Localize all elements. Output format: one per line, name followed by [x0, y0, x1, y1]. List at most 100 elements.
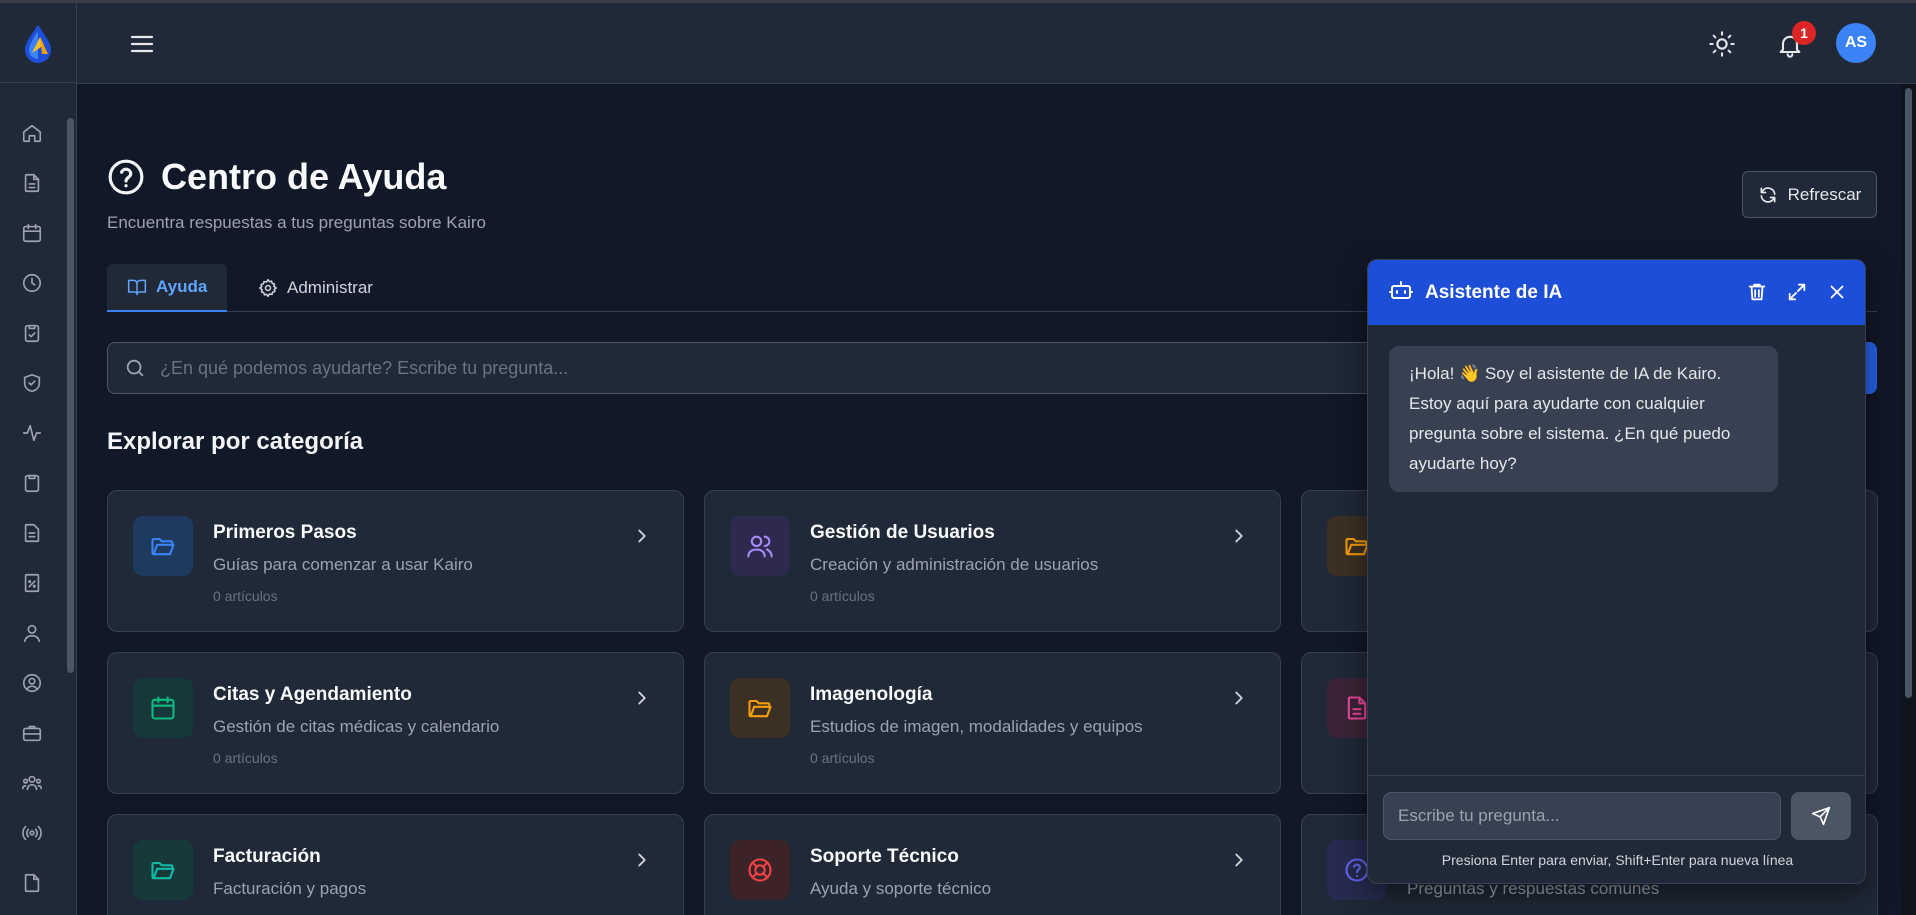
sidebar-item-activity[interactable]: [0, 408, 64, 458]
tab-label: Ayuda: [156, 277, 208, 296]
sidebar-item-services[interactable]: [0, 708, 64, 758]
clear-chat-button[interactable]: [1746, 281, 1768, 303]
sidebar-item-broadcast[interactable]: [0, 808, 64, 858]
sidebar-item-profile[interactable]: [0, 658, 64, 708]
close-icon: [1830, 285, 1844, 299]
sidebar-scrollbar[interactable]: [67, 118, 74, 673]
category-card[interactable]: Primeros Pasos Guías para comenzar a usar…: [107, 490, 684, 632]
refresh-label: Refrescar: [1787, 184, 1862, 204]
book-open-icon: [127, 279, 147, 296]
category-icon-box: [133, 840, 193, 900]
sidebar-item-team[interactable]: [0, 758, 64, 808]
activity-icon: [22, 424, 42, 442]
tab-label: Administrar: [287, 278, 373, 297]
hamburger-icon: [130, 35, 154, 53]
category-icon-box: [133, 678, 193, 738]
chevron-right-icon: [631, 525, 653, 547]
refresh-button[interactable]: Refrescar: [1742, 171, 1877, 218]
section-title: Explorar por categoría: [107, 428, 364, 455]
sidebar-item-user[interactable]: [0, 608, 64, 658]
document-icon: [24, 173, 40, 193]
category-title: Gestión de Usuarios: [810, 522, 995, 543]
user-circle-icon: [22, 673, 42, 693]
chat-title: Asistente de IA: [1425, 281, 1563, 303]
chat-header: Asistente de IA: [1368, 260, 1865, 325]
calendar-icon: [22, 223, 42, 243]
sidebar-item-calendar[interactable]: [0, 208, 64, 258]
clock-icon: [22, 273, 42, 293]
search-input[interactable]: [160, 357, 1360, 379]
notification-badge: 1: [1792, 21, 1816, 45]
ai-assistant-panel: Asistente de IA ¡Hola! 👋 Soy el asistent…: [1367, 259, 1866, 884]
chevron-right-icon: [631, 849, 653, 871]
sidebar-item-files[interactable]: [0, 858, 64, 908]
sidebar-item-clipboard[interactable]: [0, 458, 64, 508]
sidebar-item-tasks[interactable]: [0, 308, 64, 358]
tab-administrar[interactable]: Administrar: [238, 264, 393, 312]
category-article-count: 0 artículos: [213, 588, 278, 604]
category-card[interactable]: Gestión de Usuarios Creación y administra…: [704, 490, 1281, 632]
briefcase-icon: [22, 725, 42, 742]
maximize-icon: [1788, 283, 1806, 301]
page-title: Centro de Ayuda: [161, 156, 447, 197]
category-description: Creación y administración de usuarios: [810, 555, 1099, 574]
category-article-count: 0 artículos: [810, 750, 875, 766]
category-title: Primeros Pasos: [213, 522, 357, 543]
category-article-count: 0 artículos: [213, 750, 278, 766]
sidebar-item-security[interactable]: [0, 358, 64, 408]
send-icon: [1811, 806, 1831, 826]
category-title: Soporte Técnico: [810, 846, 959, 867]
menu-toggle-button[interactable]: [129, 31, 155, 57]
page-scrollbar[interactable]: [1901, 84, 1916, 915]
calendar-icon: [151, 696, 175, 720]
folder-open-icon: [748, 699, 772, 718]
close-chat-button[interactable]: [1826, 281, 1848, 303]
kairo-logo[interactable]: [21, 23, 55, 63]
category-article-count: 0 artículos: [810, 588, 875, 604]
category-card[interactable]: Soporte Técnico Ayuda y soporte técnico: [704, 814, 1281, 915]
page-header: Centro de Ayuda: [107, 156, 446, 198]
category-title: Imagenología: [810, 684, 933, 705]
category-description: Guías para comenzar a usar Kairo: [213, 555, 473, 574]
chevron-right-icon: [1228, 687, 1250, 709]
trash-icon: [1748, 283, 1766, 301]
users-icon: [747, 535, 773, 558]
folder-open-icon: [151, 537, 175, 556]
sidebar-item-documents[interactable]: [0, 158, 64, 208]
chevron-right-icon: [1228, 849, 1250, 871]
chat-input[interactable]: [1383, 792, 1781, 840]
expand-chat-button[interactable]: [1786, 281, 1808, 303]
chevron-right-icon: [631, 687, 653, 709]
category-card[interactable]: Facturación Facturación y pagos: [107, 814, 684, 915]
logo-area: [0, 3, 76, 83]
folder-open-icon: [151, 861, 175, 880]
bot-icon: [1389, 278, 1413, 307]
chat-hint: Presiona Enter para enviar, Shift+Enter …: [1441, 852, 1794, 868]
sidebar-item-reports[interactable]: [0, 508, 64, 558]
send-button[interactable]: [1791, 792, 1851, 840]
user-avatar[interactable]: AS: [1836, 23, 1876, 63]
chevron-right-icon: [1228, 525, 1250, 547]
search-icon: [126, 359, 144, 377]
radio-icon: [22, 825, 42, 841]
sidebar-item-history[interactable]: [0, 258, 64, 308]
page-scrollbar-thumb[interactable]: [1905, 88, 1912, 698]
category-icon-box: [730, 678, 790, 738]
category-card[interactable]: Citas y Agendamiento Gestión de citas méd…: [107, 652, 684, 794]
sidebar-item-home[interactable]: [0, 108, 64, 158]
category-card[interactable]: Imagenología Estudios de imagen, modalida…: [704, 652, 1281, 794]
category-description: Ayuda y soporte técnico: [810, 879, 992, 898]
percent-file-icon: [24, 573, 40, 593]
tab-ayuda[interactable]: Ayuda: [107, 264, 228, 312]
sidebar: [0, 3, 77, 915]
sidebar-item-billing[interactable]: [0, 558, 64, 608]
user-icon: [23, 624, 41, 643]
shield-check-icon: [23, 373, 41, 393]
sidebar-nav: [0, 108, 64, 908]
file-icon: [24, 873, 40, 893]
category-icon-box: [133, 516, 193, 576]
assistant-message: ¡Hola! 👋 Soy el asistente de IA de Kairo…: [1389, 346, 1778, 492]
theme-toggle-button[interactable]: [1708, 30, 1736, 58]
clipboard-check-icon: [24, 324, 40, 343]
users-group-icon: [22, 775, 42, 791]
